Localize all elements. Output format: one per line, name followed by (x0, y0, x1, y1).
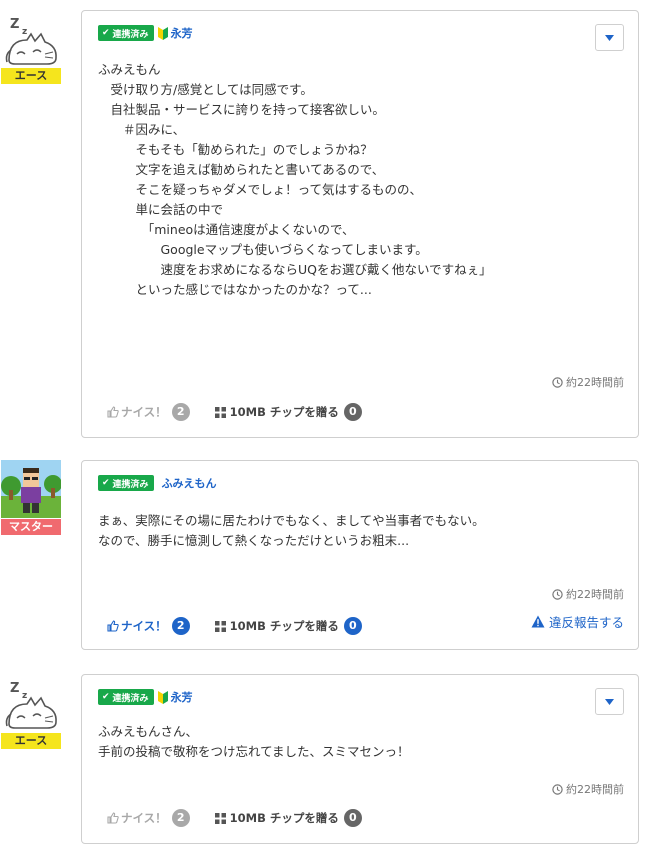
send-chip-button[interactable]: 10MB チップを贈る 0 (214, 617, 362, 635)
beginner-mark-icon (157, 690, 168, 704)
body-line: Googleマップも使いづらくなってしまいます。 (98, 242, 428, 257)
send-chip-button[interactable]: 10MB チップを贈る 0 (214, 403, 362, 421)
check-icon: ✔ (102, 478, 110, 488)
linked-badge: ✔ 連携済み (98, 689, 154, 705)
chip-label: 10MB チップを贈る (229, 811, 339, 825)
chip-icon (214, 406, 226, 418)
clock-icon (552, 783, 563, 795)
body-line: ＃因みに、 (98, 122, 186, 137)
comment-header: ✔ 連携済み ふみえもん (98, 474, 217, 492)
nice-button[interactable]: ナイス！ 2 (107, 617, 190, 635)
username-link[interactable]: 永芳 (171, 689, 193, 705)
nice-button[interactable]: ナイス！ 2 (107, 403, 190, 421)
svg-text:z: z (22, 691, 27, 701)
action-bar: ナイス！ 2 10MB チップを贈る 0 (107, 809, 362, 827)
body-line: といった感じではなかったのかな？って... (98, 282, 372, 297)
action-bar: ナイス！ 2 10MB チップを贈る 0 (107, 617, 362, 635)
linked-badge-label: 連携済み (112, 29, 149, 40)
comment-body: ふみえもん 受け取り方/感覚としては同感です。 自社製品・サービスに誇りを持って… (98, 60, 492, 300)
timestamp: 約22時間前 (552, 374, 624, 390)
body-line: なので、勝手に憶測して熱くなっただけというお粗末... (98, 533, 410, 548)
body-line: 「mineoは通信速度がよくないので、 (98, 222, 355, 237)
check-icon: ✔ (102, 692, 110, 702)
username-link[interactable]: 永芳 (171, 25, 193, 41)
body-line: 文字を追えば勧められたと書いてあるので、 (98, 162, 385, 177)
body-line: 速度をお求めになるならUQをお選び戴く他ないですねぇ」 (98, 262, 492, 277)
timestamp-text: 約22時間前 (566, 783, 624, 796)
body-line: そこを疑っちゃダメでしょ！って気はするものの、 (98, 182, 423, 197)
body-line: まぁ、実際にその場に居たわけでもなく、ましてや当事者でもない。 (98, 513, 485, 528)
comment-card: ✔ 連携済み 永芳 ふみえもんさん、 手前の投稿で敬称をつけ忘れてました、スミマ… (81, 674, 639, 844)
nice-count: 2 (171, 403, 190, 421)
linked-badge: ✔ 連携済み (98, 25, 154, 41)
post-menu-button[interactable] (595, 24, 624, 51)
send-chip-button[interactable]: 10MB チップを贈る 0 (214, 809, 362, 827)
rank-badge: エース (1, 733, 61, 749)
chevron-down-icon (605, 699, 614, 705)
nice-count: 2 (171, 809, 190, 827)
report-link[interactable]: 違反報告する (531, 612, 624, 631)
chip-count: 0 (343, 403, 362, 421)
svg-text:Z: Z (10, 681, 19, 696)
sleeping-cat-avatar[interactable]: Z z (1, 10, 61, 68)
chevron-down-icon (605, 35, 614, 41)
sleeping-cat-avatar[interactable]: Z z (1, 674, 61, 732)
linked-badge: ✔ 連携済み (98, 475, 154, 491)
body-line: ふみえもん (98, 62, 161, 77)
comment-card: ✔ 連携済み 永芳 ふみえもん 受け取り方/感覚としては同感です。 自社製品・サ… (81, 10, 639, 438)
body-line: 単に会話の中で (98, 202, 224, 217)
comment-header: ✔ 連携済み 永芳 (98, 24, 193, 42)
chip-label: 10MB チップを贈る (229, 619, 339, 633)
comment-body: まぁ、実際にその場に居たわけでもなく、ましてや当事者でもない。 なので、勝手に憶… (98, 511, 485, 551)
thumbs-up-icon (107, 620, 119, 632)
svg-text:z: z (22, 27, 27, 37)
body-line: そもそも「勧められた」のでしょうかね？ (98, 142, 373, 157)
svg-text:Z: Z (10, 17, 19, 32)
nice-label: ナイス！ (121, 619, 167, 633)
linked-badge-label: 連携済み (112, 693, 149, 704)
clock-icon (552, 588, 563, 600)
body-line: ふみえもんさん、 (98, 724, 199, 739)
timestamp: 約22時間前 (552, 586, 624, 602)
check-icon: ✔ (102, 28, 110, 38)
report-label: 違反報告する (548, 615, 624, 630)
comment-card: ✔ 連携済み ふみえもん まぁ、実際にその場に居たわけでもなく、ましてや当事者で… (81, 460, 639, 650)
clock-icon (552, 376, 563, 388)
chip-count: 0 (343, 809, 362, 827)
rank-badge: エース (1, 68, 61, 84)
user-avatar[interactable] (1, 460, 61, 518)
comment-header: ✔ 連携済み 永芳 (98, 688, 193, 706)
nice-label: ナイス！ (121, 405, 167, 419)
post-menu-button[interactable] (595, 688, 624, 715)
comment-body: ふみえもんさん、 手前の投稿で敬称をつけ忘れてました、スミマセンっ！ (98, 722, 410, 762)
chip-icon (214, 812, 226, 824)
nice-count: 2 (171, 617, 190, 635)
rank-badge: マスター (1, 519, 61, 535)
username-link[interactable]: ふみえもん (162, 475, 217, 491)
chip-count: 0 (343, 617, 362, 635)
thumbs-up-icon (107, 406, 119, 418)
nice-button[interactable]: ナイス！ 2 (107, 809, 190, 827)
action-bar: ナイス！ 2 10MB チップを贈る 0 (107, 403, 362, 421)
body-line: 受け取り方/感覚としては同感です。 (98, 82, 313, 97)
linked-badge-label: 連携済み (112, 479, 149, 490)
timestamp: 約22時間前 (552, 781, 624, 797)
timestamp-text: 約22時間前 (566, 376, 624, 389)
chip-icon (214, 620, 226, 632)
body-line: 自社製品・サービスに誇りを持って接客欲しい。 (98, 102, 385, 117)
beginner-mark-icon (157, 26, 168, 40)
warning-icon (531, 615, 545, 628)
timestamp-text: 約22時間前 (566, 588, 624, 601)
thumbs-up-icon (107, 812, 119, 824)
nice-label: ナイス！ (121, 811, 167, 825)
body-line: 手前の投稿で敬称をつけ忘れてました、スミマセンっ！ (98, 744, 410, 759)
chip-label: 10MB チップを贈る (229, 405, 339, 419)
